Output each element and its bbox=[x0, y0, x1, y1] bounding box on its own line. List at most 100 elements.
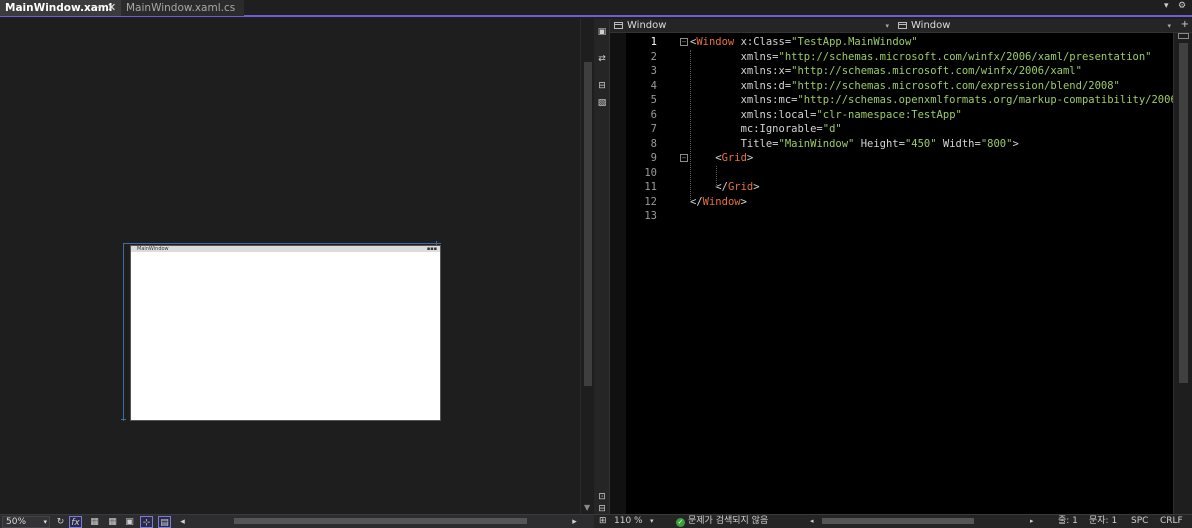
scroll-left-icon[interactable]: ◂ bbox=[810, 515, 814, 528]
code-line[interactable]: 13 bbox=[626, 209, 1173, 224]
window-icon bbox=[614, 22, 623, 29]
code-text: xmlns:mc="http://schemas.openxmlformats.… bbox=[690, 93, 1184, 108]
code-token: "TestApp.MainWindow" bbox=[791, 36, 918, 48]
code-line[interactable]: 2 xmlns="http://schemas.microsoft.com/wi… bbox=[626, 50, 1173, 65]
code-token: "http://schemas.microsoft.com/expression… bbox=[791, 79, 1120, 92]
code-token: Title= bbox=[690, 137, 779, 150]
code-line[interactable]: 6 xmlns:local="clr-namespace:TestApp" bbox=[626, 108, 1173, 123]
code-token: Grid bbox=[727, 181, 754, 193]
code-line[interactable]: 9 − <Grid> bbox=[626, 151, 1173, 166]
document-tab-strip: MainWindow.xaml ⊸ ✕ MainWindow.xaml.cs ▾… bbox=[0, 0, 1192, 17]
line-number: 11 bbox=[644, 181, 657, 193]
editor-zoom[interactable]: 110 % bbox=[614, 515, 643, 528]
code-text: Title="MainWindow" Height="450" Width="8… bbox=[690, 137, 1019, 152]
code-line[interactable]: 5 xmlns:mc="http://schemas.openxmlformat… bbox=[626, 93, 1183, 108]
split-handle[interactable] bbox=[1178, 33, 1189, 39]
preview-window-buttons: ▪▪▪ bbox=[426, 246, 437, 252]
close-icon[interactable]: ✕ bbox=[107, 0, 116, 16]
code-token: Grid bbox=[721, 152, 747, 164]
scroll-right-icon[interactable]: ▸ bbox=[568, 516, 581, 528]
code-token: "800" bbox=[980, 137, 1013, 150]
tab-mainwindow-xaml[interactable]: MainWindow.xaml ⊸ ✕ bbox=[0, 0, 121, 16]
code-token: > bbox=[753, 181, 760, 193]
chevron-down-icon[interactable]: ▾ bbox=[650, 515, 654, 528]
xaml-view-icon[interactable]: ▧ bbox=[596, 97, 608, 109]
code-token: "MainWindow" bbox=[778, 137, 855, 150]
code-token: "http://schemas.microsoft.com/winfx/2006… bbox=[778, 50, 1152, 63]
combo-value: Window bbox=[627, 20, 667, 31]
design-horizontal-scroll-thumb[interactable] bbox=[234, 518, 527, 524]
whitespace-mode[interactable]: SPC bbox=[1131, 515, 1148, 528]
design-vertical-scrollbar[interactable]: ▼ bbox=[580, 19, 594, 514]
code-line[interactable]: 10 bbox=[626, 166, 1173, 181]
code-line[interactable]: 3 xmlns:x="http://schemas.microsoft.com/… bbox=[626, 64, 1173, 79]
snap-grid-icon[interactable]: ▦ bbox=[106, 516, 119, 528]
artboard-background-icon[interactable]: ▣ bbox=[123, 516, 136, 528]
pin-icon[interactable]: ⊸ bbox=[94, 0, 102, 16]
xaml-code-editor[interactable]: 1− <Window x:Class="TestApp.MainWindow" 2 … bbox=[626, 33, 1183, 514]
tab-list-dropdown-icon[interactable]: ▾ bbox=[1164, 1, 1169, 11]
code-text: mc:Ignorable="d" bbox=[690, 122, 842, 137]
code-token: > bbox=[746, 152, 754, 164]
chevron-down-icon: ▾ bbox=[43, 518, 47, 526]
problems-indicator[interactable]: ✓ 문제가 검색되지 않음 bbox=[676, 515, 768, 528]
code-token: > bbox=[740, 195, 747, 208]
expand-pane-icon[interactable]: ⊡ bbox=[596, 491, 608, 503]
zoom-level-icon[interactable]: ⊞ bbox=[599, 515, 607, 528]
swap-panes-icon[interactable]: ⇄ bbox=[596, 53, 608, 65]
element-combobox-right[interactable]: Window ▾ bbox=[894, 19, 1174, 33]
horizontal-split-icon[interactable]: ⊟ bbox=[596, 80, 608, 92]
collapse-icon[interactable]: − bbox=[680, 154, 688, 162]
line-ending[interactable]: CRLF bbox=[1160, 515, 1183, 528]
project-code-icon[interactable]: ▤ bbox=[158, 516, 171, 528]
code-text: </Window> bbox=[690, 195, 747, 210]
preview-title: MainWindow bbox=[137, 246, 169, 252]
line-number: 1 bbox=[650, 36, 657, 48]
check-circle-icon: ✓ bbox=[676, 518, 685, 527]
column-number[interactable]: 문자: 1 bbox=[1089, 515, 1117, 528]
code-line[interactable]: 12 </Window> bbox=[626, 195, 1173, 210]
window-preview[interactable]: MainWindow ▪▪▪ bbox=[130, 245, 441, 421]
line-number: 9 bbox=[650, 152, 657, 164]
line-number: 12 bbox=[644, 195, 657, 208]
code-token: > bbox=[1012, 137, 1019, 150]
scroll-right-icon[interactable]: ▸ bbox=[1030, 515, 1034, 528]
line-number: 7 bbox=[650, 123, 657, 135]
editor-horizontal-scroll-thumb[interactable] bbox=[822, 518, 974, 524]
code-line[interactable]: 7 mc:Ignorable="d" bbox=[626, 122, 1173, 137]
code-token: Window bbox=[696, 36, 735, 48]
code-text: <Grid> bbox=[690, 151, 753, 166]
scroll-down-icon[interactable]: ▼ bbox=[584, 503, 590, 512]
indent-guide bbox=[716, 165, 717, 188]
element-combobox-left[interactable]: Window ▾ bbox=[610, 19, 892, 33]
window-icon bbox=[898, 22, 907, 29]
settings-gear-icon[interactable]: ⚙ bbox=[1178, 1, 1186, 11]
code-line[interactable]: 8 Title="MainWindow" Height="450" Width=… bbox=[626, 137, 1173, 152]
tab-mainwindow-xaml-cs[interactable]: MainWindow.xaml.cs bbox=[121, 0, 244, 16]
zoom-combobox[interactable]: 50% ▾ bbox=[2, 516, 50, 528]
code-token: "d" bbox=[822, 123, 842, 135]
indent-guide bbox=[690, 49, 691, 202]
selection-adorner-left bbox=[123, 243, 124, 421]
scroll-thumb[interactable] bbox=[1179, 43, 1188, 383]
code-token: xmlns:local= bbox=[690, 108, 817, 121]
collapse-icon[interactable]: − bbox=[680, 38, 688, 46]
code-token: "http://schemas.microsoft.com/winfx/2006… bbox=[791, 65, 1082, 77]
line-number: 6 bbox=[650, 108, 657, 121]
editor-vertical-scrollbar[interactable] bbox=[1173, 33, 1192, 514]
refresh-icon[interactable]: ↻ bbox=[54, 516, 67, 528]
effects-fx-icon[interactable]: fx bbox=[69, 516, 82, 528]
scroll-left-icon[interactable]: ◂ bbox=[176, 516, 189, 528]
snap-lines-icon[interactable]: ⊹ bbox=[140, 516, 153, 528]
scroll-thumb[interactable] bbox=[584, 62, 592, 386]
chevron-down-icon: ▾ bbox=[885, 22, 889, 30]
code-line[interactable]: 1 − <Window x:Class="TestApp.MainWindow" bbox=[626, 35, 1173, 50]
split-editor-icon[interactable]: + bbox=[1181, 19, 1189, 30]
design-view-icon[interactable]: ▣ bbox=[596, 26, 608, 38]
line-number[interactable]: 줄: 1 bbox=[1058, 515, 1078, 528]
zoom-value: 50% bbox=[6, 517, 27, 527]
code-token: xmlns= bbox=[690, 50, 779, 63]
code-line[interactable]: 11 </Grid> bbox=[626, 180, 1173, 195]
code-line[interactable]: 4 xmlns:d="http://schemas.microsoft.com/… bbox=[626, 79, 1173, 94]
grid-view-icon[interactable]: ▦ bbox=[88, 516, 101, 528]
